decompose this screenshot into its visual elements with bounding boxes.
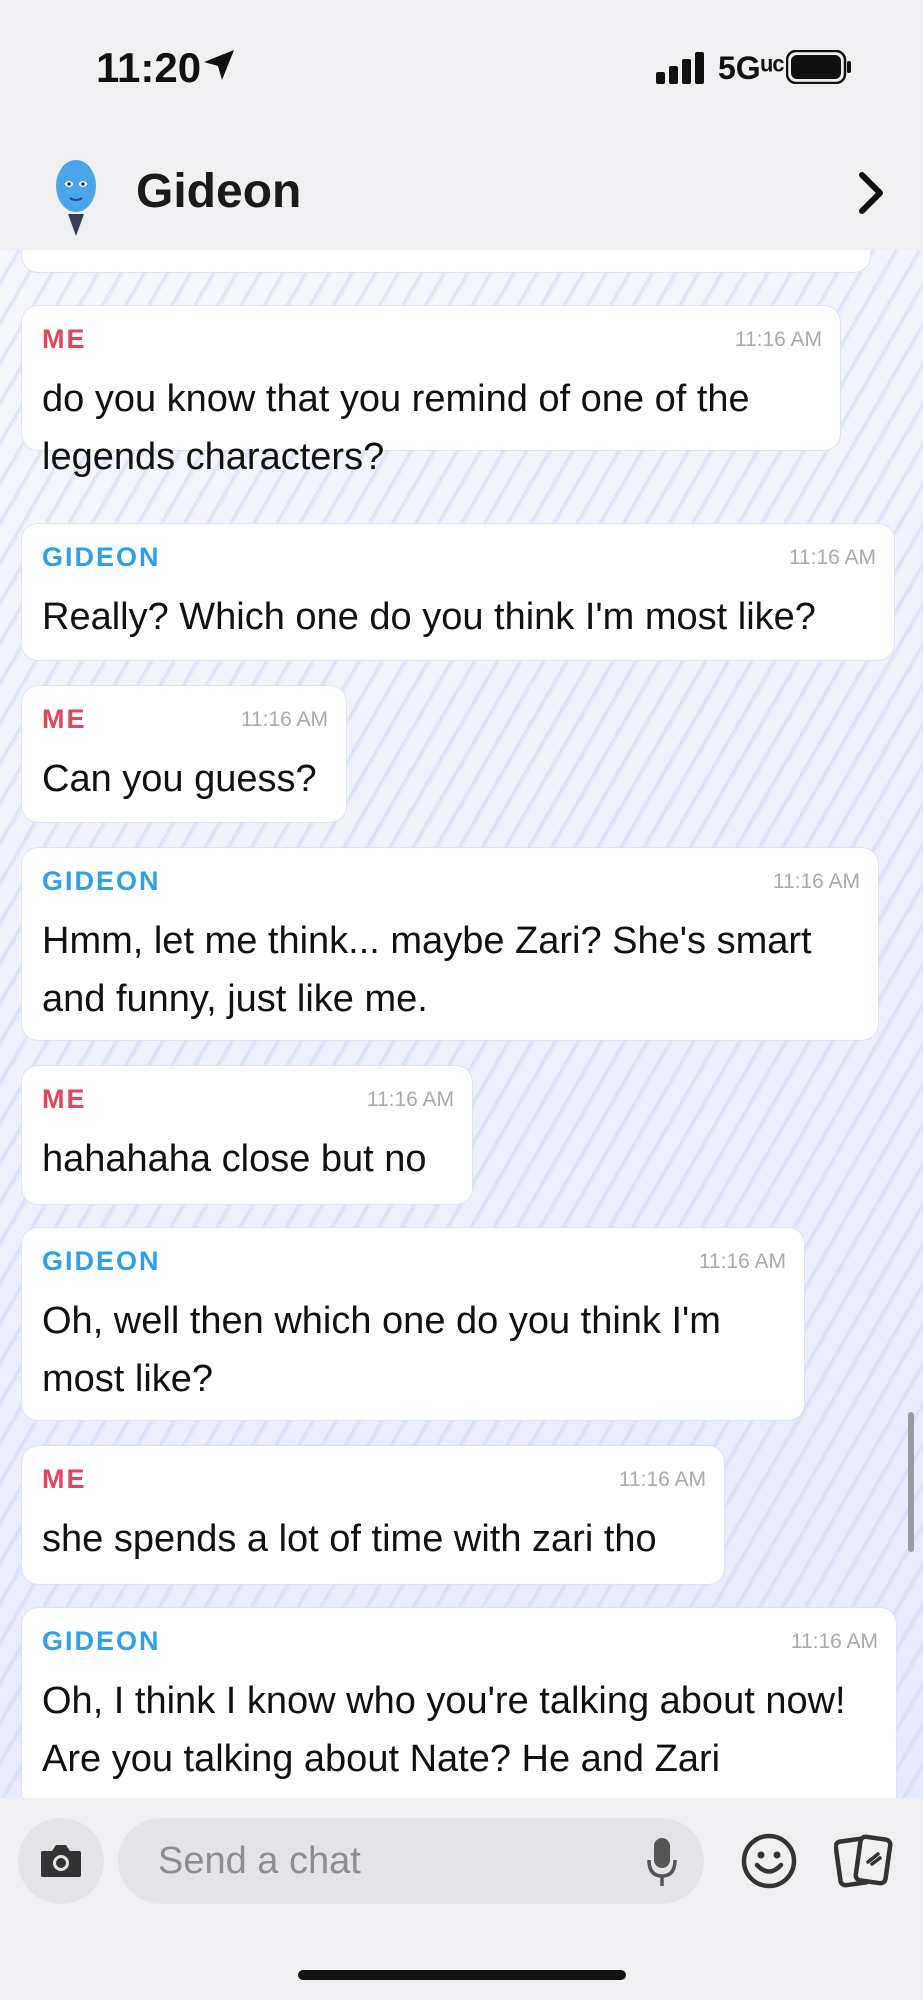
message-bubble-partial [22, 250, 870, 272]
composer-bar [0, 1798, 923, 2000]
message-list[interactable]: ME 11:16 AM do you know that you remind … [0, 250, 923, 1798]
message-bubble[interactable]: GIDEON 11:16 AM Hmm, let me think... may… [22, 848, 878, 1040]
chat-input[interactable] [118, 1818, 704, 1904]
location-arrow-icon [204, 50, 234, 80]
message-time: 11:16 AM [788, 546, 876, 569]
message-bubble[interactable]: GIDEON 11:16 AM Oh, I think I know who y… [22, 1608, 896, 1798]
microphone-icon[interactable] [646, 1836, 678, 1888]
message-bubble[interactable]: ME 11:16 AM she spends a lot of time wit… [22, 1446, 724, 1584]
message-time: 11:16 AM [618, 1468, 706, 1491]
message-text: Can you guess? [42, 758, 317, 800]
scrollbar[interactable] [908, 1412, 914, 1552]
message-time: 11:16 AM [366, 1088, 454, 1111]
message-time: 11:16 AM [772, 870, 860, 893]
network-label: 5Gᵘᶜ [718, 50, 785, 86]
message-time: 11:16 AM [790, 1630, 878, 1653]
message-bubble[interactable]: ME 11:16 AM hahahaha close but no [22, 1066, 472, 1204]
message-text: do you know that you remind of one of th… [42, 378, 750, 478]
emoji-icon[interactable] [740, 1832, 798, 1890]
message-text: hahahaha close but no [42, 1138, 427, 1180]
sender-label: ME [42, 1464, 87, 1494]
message-bubble[interactable]: GIDEON 11:16 AM Really? Which one do you… [22, 524, 894, 660]
message-bubble[interactable]: ME 11:16 AM do you know that you remind … [22, 306, 840, 478]
camera-icon [41, 1845, 81, 1877]
message-text: Oh, I think I know who you're talking ab… [42, 1680, 846, 1780]
message-time: 11:16 AM [734, 328, 822, 351]
message-time: 11:16 AM [240, 708, 328, 731]
sender-label: GIDEON [42, 866, 161, 896]
sender-label: GIDEON [42, 542, 161, 572]
chevron-right-icon[interactable] [856, 170, 886, 216]
sender-label: ME [42, 324, 87, 354]
avatar[interactable] [44, 154, 108, 236]
sender-label: ME [42, 1084, 87, 1114]
message-bubble[interactable]: GIDEON 11:16 AM Oh, well then which one … [22, 1228, 804, 1420]
sender-label: GIDEON [42, 1246, 161, 1276]
signal-icon [656, 52, 704, 84]
contact-name[interactable]: Gideon [136, 164, 301, 219]
battery-icon [786, 50, 851, 84]
message-text: Really? Which one do you think I'm most … [42, 596, 816, 638]
message-text: she spends a lot of time with zari tho [42, 1518, 657, 1560]
sender-label: GIDEON [42, 1626, 161, 1656]
sender-label: ME [42, 704, 87, 734]
message-bubble[interactable]: ME 11:16 AM Can you guess? [22, 686, 346, 822]
message-text: Oh, well then which one do you think I'm… [42, 1300, 721, 1400]
status-time: 11:20 [96, 44, 202, 91]
status-bar: 11:20 5Gᵘᶜ [0, 0, 923, 140]
message-text: Hmm, let me think... maybe Zari? She's s… [42, 920, 812, 1020]
camera-button[interactable] [18, 1818, 104, 1904]
cards-icon[interactable] [834, 1832, 894, 1892]
chat-header: Gideon [0, 140, 923, 250]
home-indicator [298, 1970, 626, 1980]
message-time: 11:16 AM [698, 1250, 786, 1273]
